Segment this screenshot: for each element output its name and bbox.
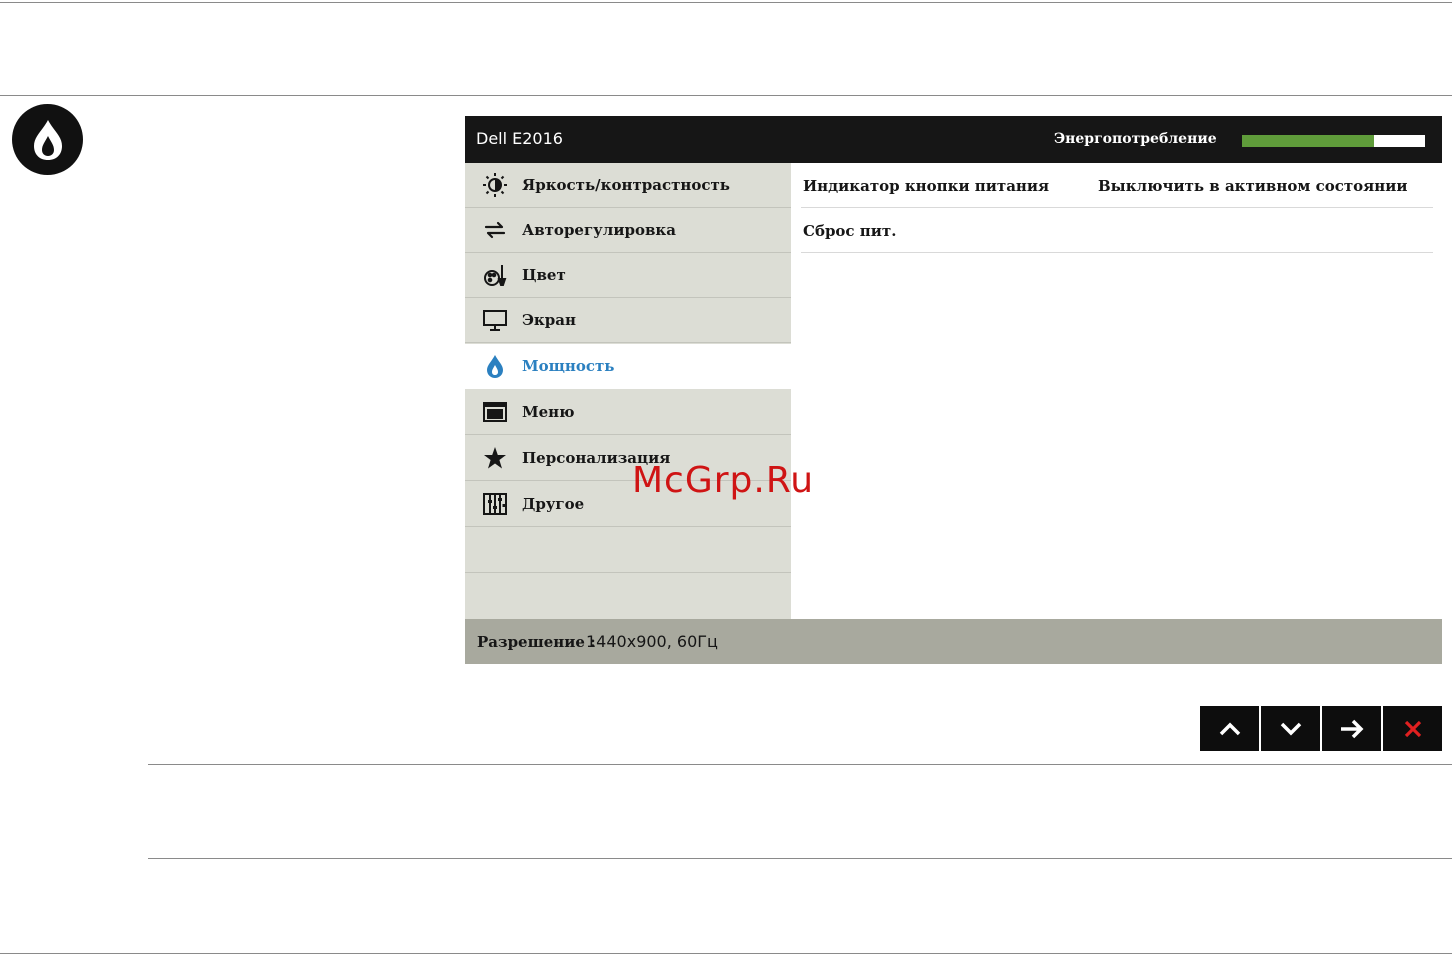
others-icon: [483, 493, 507, 515]
resolution-value: 1440x900, 60Гц: [586, 632, 718, 651]
submenu-row-value: Выключить в активном состоянии: [1098, 177, 1408, 195]
menu-item-auto-adjust[interactable]: Авторегулировка: [465, 208, 791, 253]
energy-meter-fill: [1242, 135, 1374, 147]
section-divider: [0, 95, 1452, 96]
menu-item-label: Меню: [522, 403, 575, 421]
bottom-border: [0, 953, 1452, 954]
display-icon: [483, 310, 507, 331]
resolution-bar: Разрешение : 1440x900, 60Гц: [465, 619, 1442, 664]
power-flame-icon: [487, 355, 503, 378]
menu-item-empty: [465, 573, 791, 618]
menu-item-label: Авторегулировка: [522, 221, 676, 239]
submenu-row-label: Сброс пит.: [803, 222, 897, 240]
close-icon: [1404, 720, 1421, 737]
menu-item-brightness-contrast[interactable]: Яркость/контрастность: [465, 163, 791, 208]
energy-meter: [1242, 135, 1425, 147]
energy-label: Энергопотребление: [1054, 131, 1217, 147]
power-flame-icon: [33, 119, 62, 160]
section-divider: [148, 858, 1452, 859]
up-button[interactable]: [1200, 706, 1259, 751]
menu-item-display[interactable]: Экран: [465, 298, 791, 343]
menu-item-power[interactable]: Мощность: [465, 344, 791, 389]
down-button[interactable]: [1261, 706, 1320, 751]
exit-button[interactable]: [1383, 706, 1442, 751]
osd-window: Dell E2016 Энергопотребление Яркость/кон…: [465, 116, 1442, 664]
section-divider: [148, 764, 1452, 765]
submenu-row-reset-power[interactable]: Сброс пит.: [801, 208, 1433, 253]
power-badge: [12, 104, 83, 175]
right-arrow-icon: [1340, 719, 1363, 738]
enter-button[interactable]: [1322, 706, 1381, 751]
resolution-label: Разрешение :: [477, 633, 596, 651]
menu-item-color[interactable]: Цвет: [465, 253, 791, 298]
menu-item-label: Другое: [522, 495, 585, 513]
menu-item-menu[interactable]: Меню: [465, 390, 791, 435]
menu-item-label: Мощность: [522, 357, 615, 375]
star-icon: [484, 447, 506, 469]
down-arrow-icon: [1280, 722, 1301, 735]
auto-adjust-icon: [484, 221, 506, 239]
menu-item-label: Яркость/контрастность: [522, 176, 730, 194]
color-icon: [484, 265, 507, 286]
osd-main-menu: Яркость/контрастность Авторегулировка Цв…: [465, 163, 791, 619]
brightness-icon: [483, 173, 507, 197]
watermark: McGrp.Ru: [632, 460, 815, 501]
up-arrow-icon: [1219, 722, 1240, 735]
osd-header: Dell E2016 Энергопотребление: [465, 116, 1442, 163]
submenu-row-power-button-led[interactable]: Индикатор кнопки питания Выключить в акт…: [801, 163, 1433, 208]
monitor-model-title: Dell E2016: [476, 129, 563, 148]
osd-nav-buttons: [1200, 706, 1442, 751]
menu-icon: [483, 402, 507, 422]
menu-item-label: Цвет: [522, 266, 566, 284]
top-border: [0, 2, 1452, 3]
menu-item-label: Экран: [522, 311, 576, 329]
submenu-row-label: Индикатор кнопки питания: [803, 177, 1050, 195]
menu-item-empty: [465, 528, 791, 573]
